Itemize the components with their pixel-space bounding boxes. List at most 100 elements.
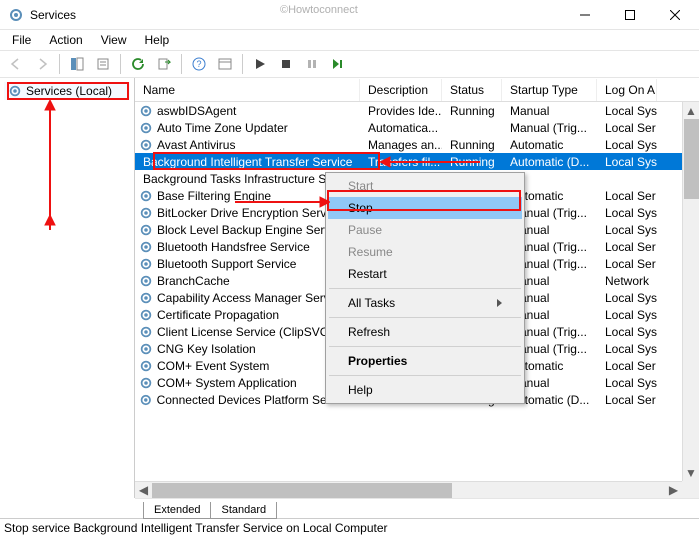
gear-icon — [139, 257, 153, 271]
properties-button[interactable] — [91, 52, 115, 76]
service-logon: Network — [597, 274, 657, 288]
minimize-button[interactable] — [562, 0, 607, 30]
gear-icon — [139, 274, 153, 288]
service-desc: Transfers fil... — [360, 155, 442, 169]
service-name: Bluetooth Support Service — [157, 257, 296, 271]
restart-service-button[interactable] — [326, 52, 350, 76]
service-name: Avast Antivirus — [157, 138, 235, 152]
service-name: COM+ System Application — [157, 376, 297, 390]
service-logon: Local Sys — [597, 376, 657, 390]
column-headers: Name Description Status Startup Type Log… — [135, 78, 699, 102]
scroll-right-button[interactable]: ▶ — [665, 482, 682, 499]
gear-icon — [139, 223, 153, 237]
scroll-down-button[interactable]: ▼ — [683, 464, 699, 481]
ctx-properties[interactable]: Properties — [328, 350, 522, 372]
service-logon: Local Sys — [597, 223, 657, 237]
gear-icon — [8, 84, 22, 98]
view-tabs: Extended Standard — [135, 498, 699, 518]
view-button[interactable] — [213, 52, 237, 76]
ctx-all-tasks[interactable]: All Tasks — [328, 292, 522, 314]
pause-service-button[interactable] — [300, 52, 324, 76]
ctx-help[interactable]: Help — [328, 379, 522, 401]
tree-root-services-local[interactable]: Services (Local) — [4, 82, 130, 100]
gear-icon — [139, 206, 153, 220]
export-button[interactable] — [152, 52, 176, 76]
service-name: Connected Devices Platform Service — [157, 393, 352, 407]
service-name: BranchCache — [157, 274, 230, 288]
service-name: Bluetooth Handsfree Service — [157, 240, 310, 254]
service-logon: Local Ser — [597, 359, 657, 373]
service-name: Auto Time Zone Updater — [157, 121, 288, 135]
service-row[interactable]: Background Intelligent Transfer Service T… — [135, 153, 699, 170]
v-scroll-thumb[interactable] — [684, 119, 699, 199]
service-name: Base Filtering Engine — [157, 189, 271, 203]
refresh-button[interactable] — [126, 52, 150, 76]
scroll-corner — [682, 481, 699, 498]
menu-file[interactable]: File — [4, 31, 39, 49]
toolbar: ? — [0, 50, 699, 78]
ctx-pause[interactable]: Pause — [328, 219, 522, 241]
scroll-up-button[interactable]: ▲ — [683, 102, 699, 119]
service-status: Running — [442, 138, 502, 152]
service-name: BitLocker Drive Encryption Service — [157, 206, 342, 220]
start-service-button[interactable] — [248, 52, 272, 76]
gear-icon — [139, 359, 153, 373]
col-status[interactable]: Status — [442, 79, 502, 101]
h-scroll-thumb[interactable] — [152, 483, 452, 498]
col-startup-type[interactable]: Startup Type — [502, 79, 597, 101]
service-name: Client License Service (ClipSVC) — [157, 325, 332, 339]
service-logon: Local Sys — [597, 138, 657, 152]
ctx-sep-1 — [329, 288, 521, 289]
scroll-left-button[interactable]: ◀ — [135, 482, 152, 499]
service-logon: Local Sys — [597, 104, 657, 118]
ctx-resume[interactable]: Resume — [328, 241, 522, 263]
menu-action[interactable]: Action — [41, 31, 90, 49]
service-row[interactable]: Avast AntivirusManages an...RunningAutom… — [135, 136, 699, 153]
show-hide-tree-button[interactable] — [65, 52, 89, 76]
service-logon: Local Ser — [597, 393, 657, 407]
horizontal-scrollbar[interactable]: ◀ ▶ — [135, 481, 682, 498]
tree-root-label: Services (Local) — [26, 84, 112, 98]
col-description[interactable]: Description — [360, 79, 442, 101]
col-log-on-as[interactable]: Log On A — [597, 79, 657, 101]
ctx-sep-4 — [329, 375, 521, 376]
service-logon: Local Ser — [597, 240, 657, 254]
service-logon: Local Sys — [597, 206, 657, 220]
gear-icon — [139, 376, 153, 390]
menu-help[interactable]: Help — [137, 31, 178, 49]
menu-bar: File Action View Help — [0, 30, 699, 50]
forward-button[interactable] — [30, 52, 54, 76]
ctx-sep-3 — [329, 346, 521, 347]
service-logon: Local Ser — [597, 257, 657, 271]
col-name[interactable]: Name — [135, 79, 360, 101]
service-logon: Local Sys — [597, 325, 657, 339]
service-name: Capability Access Manager Service — [157, 291, 345, 305]
ctx-start[interactable]: Start — [328, 175, 522, 197]
service-desc: Provides Ide... — [360, 104, 442, 118]
help-button[interactable]: ? — [187, 52, 211, 76]
gear-icon — [139, 308, 153, 322]
service-row[interactable]: Auto Time Zone UpdaterAutomatica...Manua… — [135, 119, 699, 136]
service-row[interactable]: aswbIDSAgentProvides Ide...RunningManual… — [135, 102, 699, 119]
vertical-scrollbar[interactable]: ▲ ▼ — [682, 102, 699, 481]
ctx-refresh[interactable]: Refresh — [328, 321, 522, 343]
svg-text:?: ? — [196, 59, 201, 69]
tab-extended[interactable]: Extended — [143, 502, 211, 519]
tab-standard[interactable]: Standard — [210, 502, 277, 519]
back-button[interactable] — [4, 52, 28, 76]
close-button[interactable] — [652, 0, 697, 30]
ctx-restart[interactable]: Restart — [328, 263, 522, 285]
service-logon: Local Sys — [597, 308, 657, 322]
stop-service-button[interactable] — [274, 52, 298, 76]
service-logon: Local Sys — [597, 155, 657, 169]
service-name: CNG Key Isolation — [157, 342, 256, 356]
maximize-button[interactable] — [607, 0, 652, 30]
service-name: Background Intelligent Transfer Service — [143, 155, 352, 169]
ctx-stop[interactable]: Stop — [328, 197, 522, 219]
service-logon: Local Ser — [597, 189, 657, 203]
gear-icon — [139, 104, 153, 118]
window-title: Services — [30, 8, 76, 22]
gear-icon — [139, 291, 153, 305]
service-desc: Automatica... — [360, 121, 442, 135]
menu-view[interactable]: View — [93, 31, 135, 49]
